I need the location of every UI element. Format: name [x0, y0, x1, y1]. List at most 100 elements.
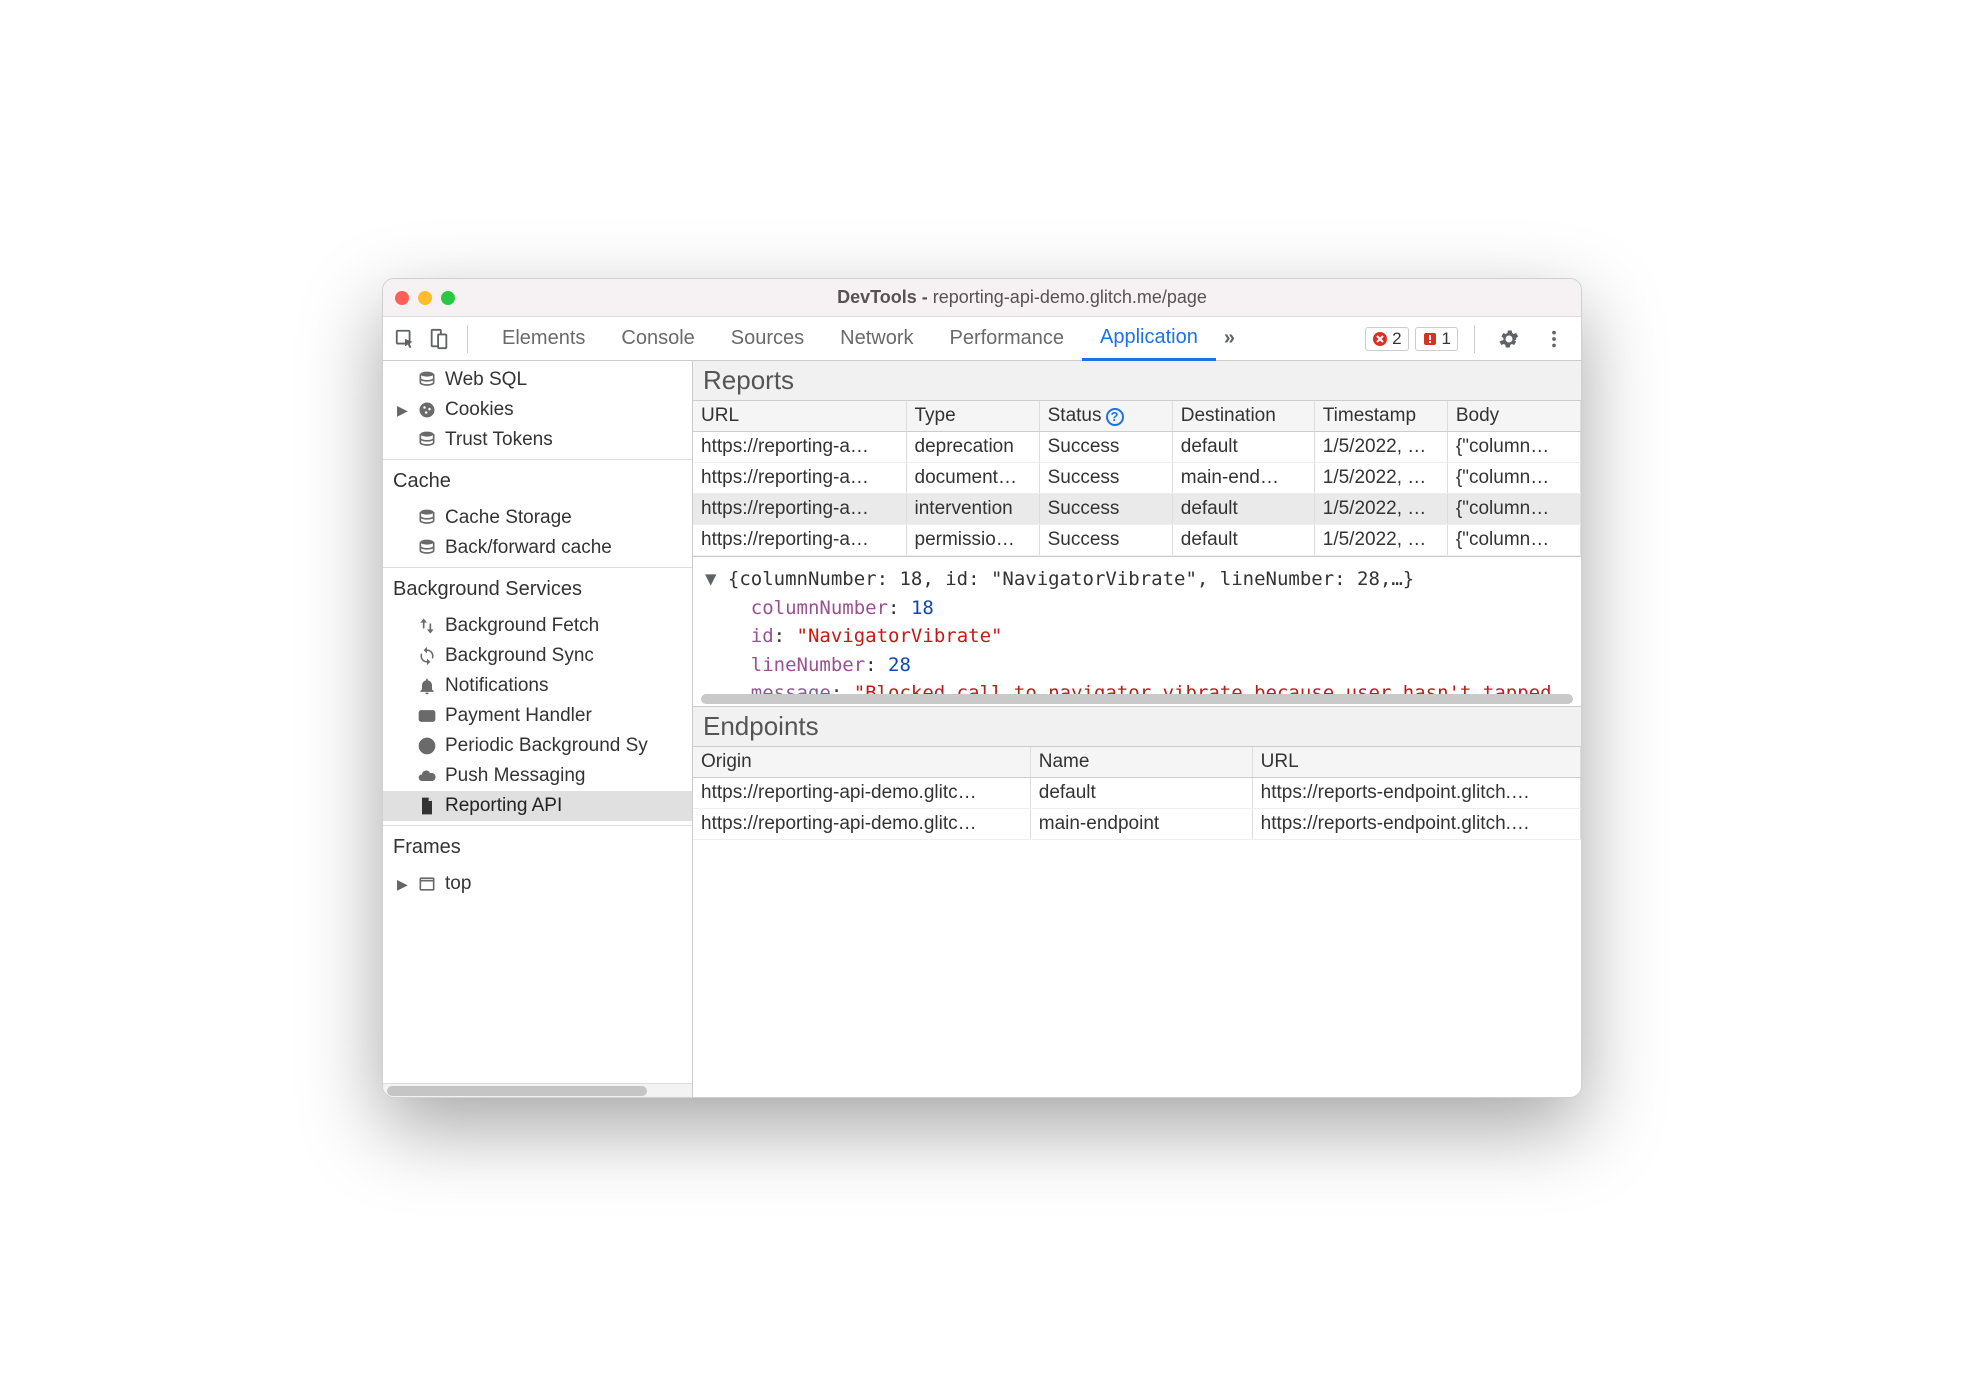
table-cell: {"column… — [1447, 525, 1580, 556]
window-title: DevTools - reporting-api-demo.glitch.me/… — [475, 287, 1569, 308]
sidebar-item-web-sql[interactable]: Web SQL — [383, 365, 692, 395]
table-header-row: URL Type Status? Destination Timestamp B… — [693, 401, 1581, 432]
table-cell: https://reporting-a… — [693, 463, 906, 494]
col-type[interactable]: Type — [906, 401, 1039, 432]
endpoints-section: Endpoints Origin Name URL https://report… — [693, 706, 1581, 1097]
table-row[interactable]: https://reporting-a…interventionSuccessd… — [693, 494, 1581, 525]
tab-application[interactable]: Application — [1082, 318, 1216, 361]
traffic-lights — [395, 291, 455, 305]
table-cell: deprecation — [906, 432, 1039, 463]
devtools-window: DevTools - reporting-api-demo.glitch.me/… — [382, 278, 1582, 1098]
table-cell: 1/5/2022, … — [1314, 494, 1447, 525]
table-cell: main-endpoint — [1030, 809, 1252, 840]
panel-tabs: Elements Console Sources Network Perform… — [484, 317, 1355, 360]
preview-horizontal-scrollbar[interactable] — [701, 694, 1573, 704]
table-cell: https://reporting-a… — [693, 432, 906, 463]
table-row[interactable]: https://reporting-a…permissio…Successdef… — [693, 525, 1581, 556]
tab-sources[interactable]: Sources — [713, 317, 822, 360]
sidebar-item-label: Push Messaging — [445, 765, 585, 787]
card-icon — [417, 706, 437, 726]
tab-elements[interactable]: Elements — [484, 317, 603, 360]
sidebar-item-payment-handler[interactable]: Payment Handler — [383, 701, 692, 731]
col-destination[interactable]: Destination — [1172, 401, 1314, 432]
table-row[interactable]: https://reporting-api-demo.glitc…default… — [693, 778, 1581, 809]
tab-network[interactable]: Network — [822, 317, 931, 360]
sidebar-item-notifications[interactable]: Notifications — [383, 671, 692, 701]
main-split: Web SQL ▶ Cookies Trust Tokens Cache Cac… — [383, 361, 1581, 1097]
table-cell: default — [1172, 525, 1314, 556]
issue-icon — [1422, 331, 1438, 347]
error-badge[interactable]: 2 — [1365, 327, 1408, 351]
table-row[interactable]: https://reporting-api-demo.glitc…main-en… — [693, 809, 1581, 840]
issue-badge[interactable]: 1 — [1415, 327, 1458, 351]
document-icon — [417, 796, 437, 816]
sidebar-item-background-fetch[interactable]: Background Fetch — [383, 611, 692, 641]
more-menu-icon[interactable] — [1537, 328, 1571, 350]
sidebar-item-periodic-bg-sync[interactable]: Periodic Background Sy — [383, 731, 692, 761]
sidebar-item-cache-storage[interactable]: Cache Storage — [383, 503, 692, 533]
settings-icon[interactable] — [1491, 327, 1527, 351]
disclosure-triangle-icon[interactable]: ▼ — [705, 568, 728, 590]
status-help-icon[interactable]: ? — [1106, 408, 1124, 426]
page-url: reporting-api-demo.glitch.me/page — [933, 287, 1207, 307]
database-icon — [417, 430, 437, 450]
sidebar-frames-group: ▶ top — [383, 865, 692, 903]
report-body-preview[interactable]: ▼ {columnNumber: 18, id: "NavigatorVibra… — [693, 556, 1581, 706]
sidebar-item-label: Cache Storage — [445, 507, 572, 529]
clock-icon — [417, 736, 437, 756]
object-field: lineNumber: 28 — [705, 651, 1569, 680]
col-status[interactable]: Status? — [1039, 401, 1172, 432]
col-name[interactable]: Name — [1030, 747, 1252, 778]
sidebar-item-top-frame[interactable]: ▶ top — [383, 869, 692, 899]
reports-heading: Reports — [693, 361, 1581, 401]
table-row[interactable]: https://reporting-a…deprecationSuccessde… — [693, 432, 1581, 463]
error-icon — [1372, 331, 1388, 347]
disclosure-triangle-icon[interactable]: ▶ — [397, 876, 407, 893]
tab-performance[interactable]: Performance — [932, 317, 1083, 360]
close-button[interactable] — [395, 291, 409, 305]
bell-icon — [417, 676, 437, 696]
sidebar-storage-group: Web SQL ▶ Cookies Trust Tokens — [383, 361, 692, 459]
table-cell: intervention — [906, 494, 1039, 525]
table-cell: Success — [1039, 525, 1172, 556]
table-cell: https://reports-endpoint.glitch.… — [1252, 778, 1580, 809]
col-body[interactable]: Body — [1447, 401, 1580, 432]
sidebar-category-frames: Frames — [383, 825, 692, 865]
reporting-api-panel: Reports URL Type Status? Destination Tim… — [693, 361, 1581, 1097]
col-timestamp[interactable]: Timestamp — [1314, 401, 1447, 432]
database-icon — [417, 538, 437, 558]
sidebar-item-reporting-api[interactable]: Reporting API — [383, 791, 692, 821]
device-toggle-icon[interactable] — [427, 327, 451, 351]
minimize-button[interactable] — [418, 291, 432, 305]
cloud-icon — [417, 766, 437, 786]
tabs-overflow-icon[interactable]: » — [1216, 327, 1243, 350]
table-cell: 1/5/2022, … — [1314, 525, 1447, 556]
sidebar-horizontal-scrollbar[interactable] — [383, 1083, 692, 1097]
object-summary[interactable]: ▼ {columnNumber: 18, id: "NavigatorVibra… — [705, 565, 1569, 594]
table-cell: 1/5/2022, … — [1314, 463, 1447, 494]
sidebar-item-push-messaging[interactable]: Push Messaging — [383, 761, 692, 791]
col-url[interactable]: URL — [693, 401, 906, 432]
col-origin[interactable]: Origin — [693, 747, 1030, 778]
table-cell: {"column… — [1447, 463, 1580, 494]
table-cell: main-end… — [1172, 463, 1314, 494]
disclosure-triangle-icon[interactable]: ▶ — [397, 402, 407, 419]
table-row[interactable]: https://reporting-a…document…Successmain… — [693, 463, 1581, 494]
sidebar-item-bf-cache[interactable]: Back/forward cache — [383, 533, 692, 563]
sidebar-bg-group: Background Fetch Background Sync Notific… — [383, 607, 692, 825]
col-url[interactable]: URL — [1252, 747, 1580, 778]
sidebar-item-label: Trust Tokens — [445, 429, 553, 451]
table-cell: default — [1030, 778, 1252, 809]
table-cell: Success — [1039, 432, 1172, 463]
reports-section: Reports URL Type Status? Destination Tim… — [693, 361, 1581, 556]
table-cell: document… — [906, 463, 1039, 494]
sidebar-item-background-sync[interactable]: Background Sync — [383, 641, 692, 671]
maximize-button[interactable] — [441, 291, 455, 305]
tab-console[interactable]: Console — [603, 317, 712, 360]
sidebar-item-cookies[interactable]: ▶ Cookies — [383, 395, 692, 425]
table-cell: default — [1172, 494, 1314, 525]
sidebar-item-trust-tokens[interactable]: Trust Tokens — [383, 425, 692, 455]
sidebar-item-label: Cookies — [445, 399, 514, 421]
sidebar-item-label: Notifications — [445, 675, 549, 697]
inspect-element-icon[interactable] — [393, 327, 417, 351]
